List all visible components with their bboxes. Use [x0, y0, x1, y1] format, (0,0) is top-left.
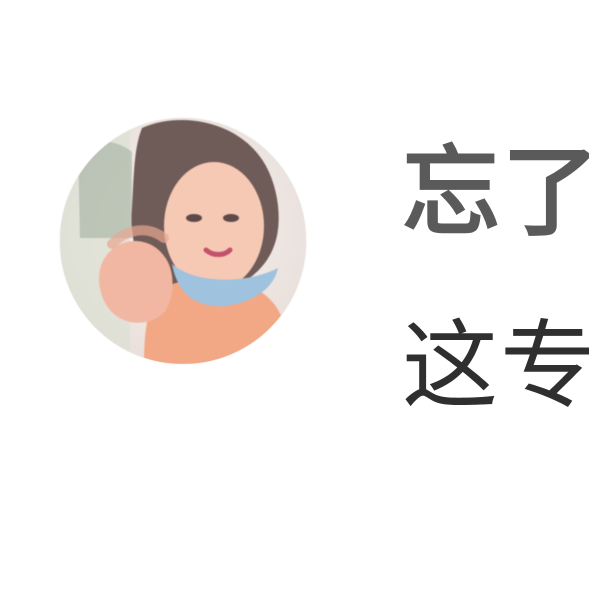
avatar[interactable] — [60, 118, 306, 364]
post-subtitle-fragment: 这专 — [402, 310, 589, 422]
post-title-fragment: 忘了 — [402, 136, 589, 250]
avatar-photo — [60, 118, 306, 364]
chat-preview-screen: 忘了 这专 — [0, 0, 589, 592]
